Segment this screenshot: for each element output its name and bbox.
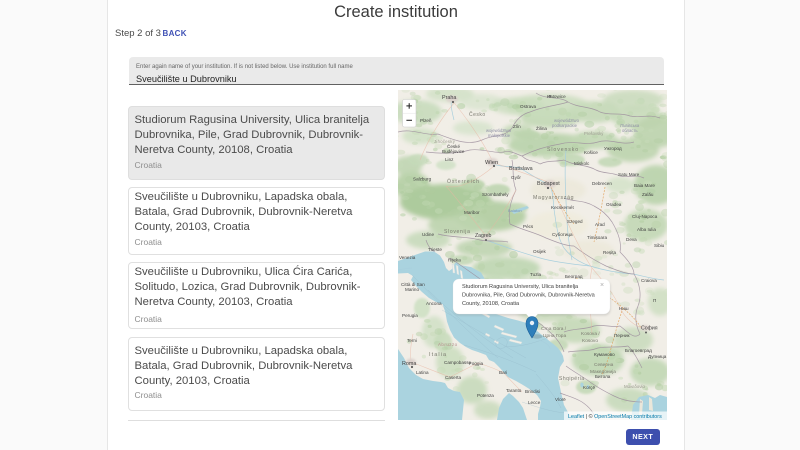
svg-text:Košice: Košice [584,150,598,155]
svg-text:Korçë: Korçë [583,385,595,390]
svg-text:Куманово: Куманово [594,352,615,357]
svg-text:Satu Mare: Satu Mare [618,172,640,177]
svg-text:Zagreb: Zagreb [475,233,492,239]
svg-text:Potenza: Potenza [477,393,494,398]
svg-text:Суботица: Суботица [552,232,573,237]
svg-text:Oradea: Oradea [606,202,622,207]
svg-text:Tuzla: Tuzla [530,272,542,277]
svg-text:Prešovský: Prešovský [584,131,604,136]
svg-text:podkarpackie: podkarpackie [552,123,578,128]
svg-text:Studiorum Ragusina University,: Studiorum Ragusina University, Ulica bra… [462,284,579,290]
svg-text:małopolskie: małopolskie [488,133,511,138]
svg-text:Szeged: Szeged [567,219,583,224]
svg-text:Miskolc: Miskolc [574,161,590,166]
svg-text:Udine: Udine [422,232,434,237]
svg-text:Timișoara: Timișoara [587,235,607,240]
svg-text:Craiova: Craiova [641,278,657,283]
svg-text:Osijek: Osijek [533,249,546,254]
svg-text:Taranto: Taranto [506,388,522,393]
svg-text:Црна Гора: Црна Гора [543,333,566,339]
svg-text:Abruzzo: Abruzzo [438,342,458,347]
svg-text:Arad: Arad [595,222,605,227]
svg-text:Žilina: Žilina [536,124,547,131]
svg-text:Slovensko: Slovensko [547,147,579,153]
svg-text:Μακεδονία: Μακεδονία [624,384,645,389]
svg-text:Ниш: Ниш [619,306,629,311]
svg-text:Ужгород: Ужгород [604,146,622,151]
svg-text:Ancona: Ancona [426,301,442,306]
svg-text:Shqipëria: Shqipëria [559,376,585,382]
svg-text:Debrecen: Debrecen [592,181,612,186]
svg-text:София: София [641,326,658,332]
svg-text:П: П [653,298,656,303]
svg-text:Perugia: Perugia [402,313,418,318]
svg-text:Kosovo: Kosovo [582,338,598,344]
svg-text:Благоевград: Благоевград [625,348,652,353]
svg-text:Brindisi: Brindisi [525,389,540,394]
svg-text:Plzeň: Plzeň [420,118,432,123]
svg-text:Jihočeský: Jihočeský [434,139,456,144]
svg-text:Kecskemét: Kecskemét [551,205,574,210]
svg-text:Slovenija: Slovenija [444,229,471,235]
svg-text:Latina: Latina [416,370,429,375]
svg-text:Balaton: Balaton [508,208,522,213]
svg-text:Reșița: Reșița [603,250,616,255]
svg-text:Budapest: Budapest [537,181,560,187]
svg-text:Salzburg: Salzburg [413,177,432,182]
svg-text:Baia Mare: Baia Mare [634,183,655,188]
svg-text:Zlín: Zlín [513,124,521,129]
svg-text:Deva: Deva [626,237,637,242]
svg-text:Македонија: Македонија [590,369,616,375]
svg-text:Caserta: Caserta [445,375,462,380]
svg-text:Wien: Wien [485,160,498,166]
svg-text:Београд: Београд [565,274,583,279]
svg-text:Bratislava: Bratislava [509,166,533,172]
svg-text:Linz: Linz [445,157,454,162]
svg-text:Venezia: Venezia [399,255,416,260]
svg-text:Sibiu: Sibiu [654,243,665,248]
svg-text:County, 20108, Croatia: County, 20108, Croatia [462,301,520,307]
svg-text:Crna Gora /: Crna Gora / [541,326,567,332]
svg-text:Zalău: Zalău [642,192,654,197]
svg-text:Северна: Северна [594,362,614,368]
svg-text:Dubrovnika, Pile, Grad Dubrovn: Dubrovnika, Pile, Grad Dubrovnik, Dubrov… [462,293,596,299]
svg-text:Campobasso: Campobasso [444,360,472,365]
svg-text:Cluj-Napoca: Cluj-Napoca [632,214,658,219]
svg-text:Österreich: Österreich [447,178,480,185]
svg-text:Győr: Győr [511,175,521,180]
svg-text:Italia: Italia [429,352,447,358]
svg-text:Trieste: Trieste [428,247,442,252]
svg-text:Kosova /: Kosova / [581,331,600,337]
svg-text:Maribor: Maribor [464,210,480,215]
svg-text:Budějovice: Budějovice [442,149,465,154]
svg-text:Bari: Bari [499,370,507,375]
svg-text:Alba Iulia: Alba Iulia [637,227,656,232]
svg-text:×: × [600,282,604,289]
svg-text:Lecce: Lecce [528,400,541,405]
svg-text:Pécs: Pécs [523,224,534,229]
svg-text:Česko: Česko [469,111,486,118]
svg-text:Foggia: Foggia [469,361,483,366]
svg-text:область: область [622,128,638,133]
svg-text:Praha: Praha [442,95,456,101]
svg-text:Marino: Marino [405,287,419,292]
svg-text:Перник: Перник [614,333,631,338]
svg-text:Szombathely: Szombathely [482,192,509,197]
svg-text:Ostrava: Ostrava [520,104,537,109]
svg-text:Magyarország: Magyarország [533,195,574,201]
svg-text:Rijeka: Rijeka [448,258,461,263]
svg-text:Roma: Roma [402,361,416,367]
svg-text:Leaflet | © OpenStreetMap cont: Leaflet | © OpenStreetMap contributors [568,413,662,420]
svg-text:Vlorë: Vlorë [555,397,566,402]
svg-text:Дупница: Дупница [648,354,667,359]
svg-text:Terni: Terni [407,338,417,343]
